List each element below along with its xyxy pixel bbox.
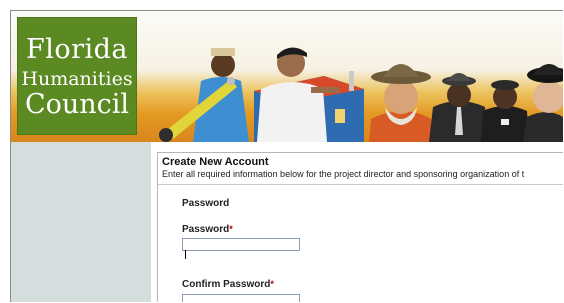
woman-with-hat-image [481,80,529,142]
required-marker: * [270,279,274,289]
man-with-horn-image [159,48,249,142]
password-section-heading: Password [182,198,230,209]
main-content: Create New Account Enter all required in… [151,142,563,302]
man-in-suit-image [429,73,489,142]
password-input[interactable] [182,238,300,251]
confirm-password-label: Confirm Password* [182,279,274,290]
form-instructions: Enter all required information below for… [162,169,525,179]
page-title: Create New Account [162,156,269,168]
site-header-banner: Florida Humanities Council [11,11,563,142]
confirm-password-input[interactable] [182,294,300,302]
left-sidebar [11,142,151,302]
man-with-hat-image [369,64,433,142]
people-photo-collage [159,47,563,142]
woman-with-dark-hat-image [523,64,563,142]
form-divider [158,184,563,185]
florida-humanities-council-logo[interactable]: Florida Humanities Council [17,17,137,135]
required-marker: * [229,224,233,234]
browser-viewport: Florida Humanities Council Create New Ac… [10,10,563,302]
password-label: Password* [182,224,233,235]
logo-text-line-3: Council [24,89,130,120]
text-cursor [185,250,186,259]
create-account-form: Create New Account Enter all required in… [157,152,563,302]
logo-text-line-1: Florida [25,34,129,65]
logo-text-line-2: Humanities [21,68,133,90]
